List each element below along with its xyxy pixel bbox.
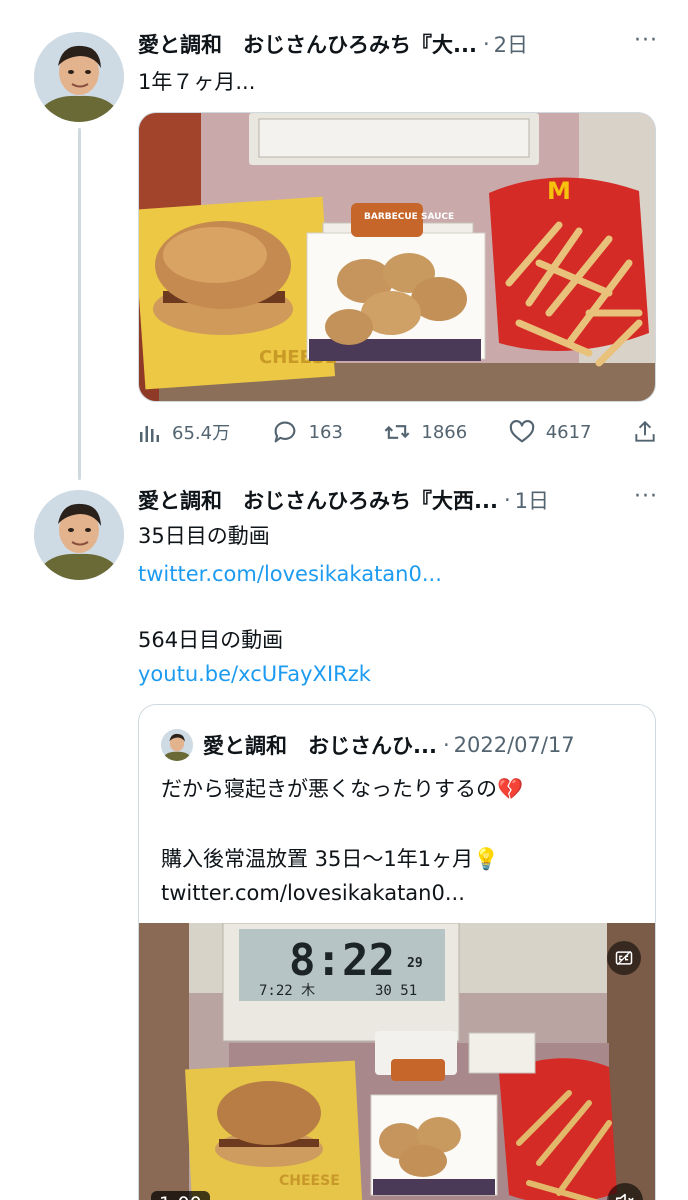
quote-author-name[interactable]: 愛と調和 おじさんひ... bbox=[203, 730, 437, 760]
more-options-icon[interactable]: ··· bbox=[634, 28, 658, 53]
tweet-text-line: 564日目の動画 bbox=[138, 628, 284, 652]
like-button[interactable]: 4617 bbox=[508, 418, 592, 446]
thread-line bbox=[78, 128, 81, 480]
like-count: 4617 bbox=[545, 421, 592, 443]
tweet-header: 愛と調和 おじさんひろみち『大... · 2日 bbox=[138, 26, 658, 62]
clock-temp: 29 bbox=[407, 956, 423, 971]
clock-time: 8:22 bbox=[289, 935, 395, 986]
retweet-button[interactable]: 1866 bbox=[383, 418, 467, 446]
views-count: 65.4万 bbox=[172, 423, 231, 444]
share-button[interactable] bbox=[632, 419, 658, 445]
author-name[interactable]: 愛と調和 おじさんひろみち『大西... bbox=[138, 485, 498, 515]
quote-text-line: 購入後常温放置 35日〜1年1ヶ月💡 bbox=[161, 847, 500, 871]
quote-link: twitter.com/lovesikakatan0... bbox=[161, 881, 465, 905]
share-icon bbox=[635, 420, 655, 442]
avatar[interactable] bbox=[34, 490, 124, 580]
tweet-text-line: 35日目の動画 bbox=[138, 524, 270, 548]
tweet-photo[interactable]: CHEESE BARBECUE SAUCE M bbox=[138, 112, 656, 402]
retweet-count: 1866 bbox=[421, 421, 468, 443]
video-duration: 1:00 bbox=[151, 1191, 210, 1200]
svg-text:M: M bbox=[547, 177, 571, 205]
timestamp[interactable]: 1日 bbox=[515, 485, 549, 515]
reply-icon bbox=[274, 421, 295, 443]
tweet-actions: 65.4万 163 1866 4617 bbox=[138, 414, 658, 450]
tweet-header: 愛と調和 おじさんひろみち『大西... · 1日 bbox=[138, 482, 658, 518]
sauce-label: BARBECUE SAUCE bbox=[364, 212, 454, 222]
quote-avatar[interactable] bbox=[161, 729, 193, 761]
clock-small: 7:22 木 bbox=[259, 983, 315, 999]
views-button[interactable]: 65.4万 bbox=[138, 419, 230, 445]
captions-button[interactable] bbox=[607, 941, 641, 975]
tweet-link[interactable]: youtu.be/xcUFayXIRzk bbox=[138, 656, 371, 692]
tweet-text: 1年７ヶ月... bbox=[138, 70, 256, 94]
quote-video[interactable]: 8:22 29 7:22 木 30 51 CHEESE bbox=[139, 923, 655, 1200]
views-icon bbox=[140, 426, 159, 442]
reply-button[interactable]: 163 bbox=[271, 418, 343, 446]
author-name[interactable]: 愛と調和 おじさんひろみち『大... bbox=[138, 29, 477, 59]
separator: · bbox=[482, 32, 490, 56]
avatar[interactable] bbox=[34, 32, 124, 122]
clock-humidity: 30 51 bbox=[375, 983, 417, 999]
quote-text-line: だから寝起きが悪くなったりするの💔 bbox=[161, 777, 524, 801]
like-icon bbox=[509, 420, 534, 443]
captions-icon bbox=[615, 950, 633, 966]
quote-header: 愛と調和 おじさんひ... · 2022/07/17 bbox=[203, 727, 575, 763]
mute-icon bbox=[615, 1193, 634, 1200]
quote-timestamp[interactable]: 2022/07/17 bbox=[454, 733, 575, 757]
timestamp[interactable]: 2日 bbox=[494, 29, 528, 59]
separator: · bbox=[503, 488, 511, 512]
svg-text:CHEESE: CHEESE bbox=[279, 1173, 340, 1189]
reply-count: 163 bbox=[308, 421, 343, 443]
separator: · bbox=[442, 733, 450, 757]
more-options-icon[interactable]: ··· bbox=[634, 484, 658, 509]
retweet-icon bbox=[384, 425, 410, 439]
quoted-tweet[interactable]: 愛と調和 おじさんひ... · 2022/07/17 だから寝起きが悪くなったり… bbox=[138, 704, 656, 1200]
tweet-link[interactable]: twitter.com/lovesikakatan0... bbox=[138, 556, 442, 592]
